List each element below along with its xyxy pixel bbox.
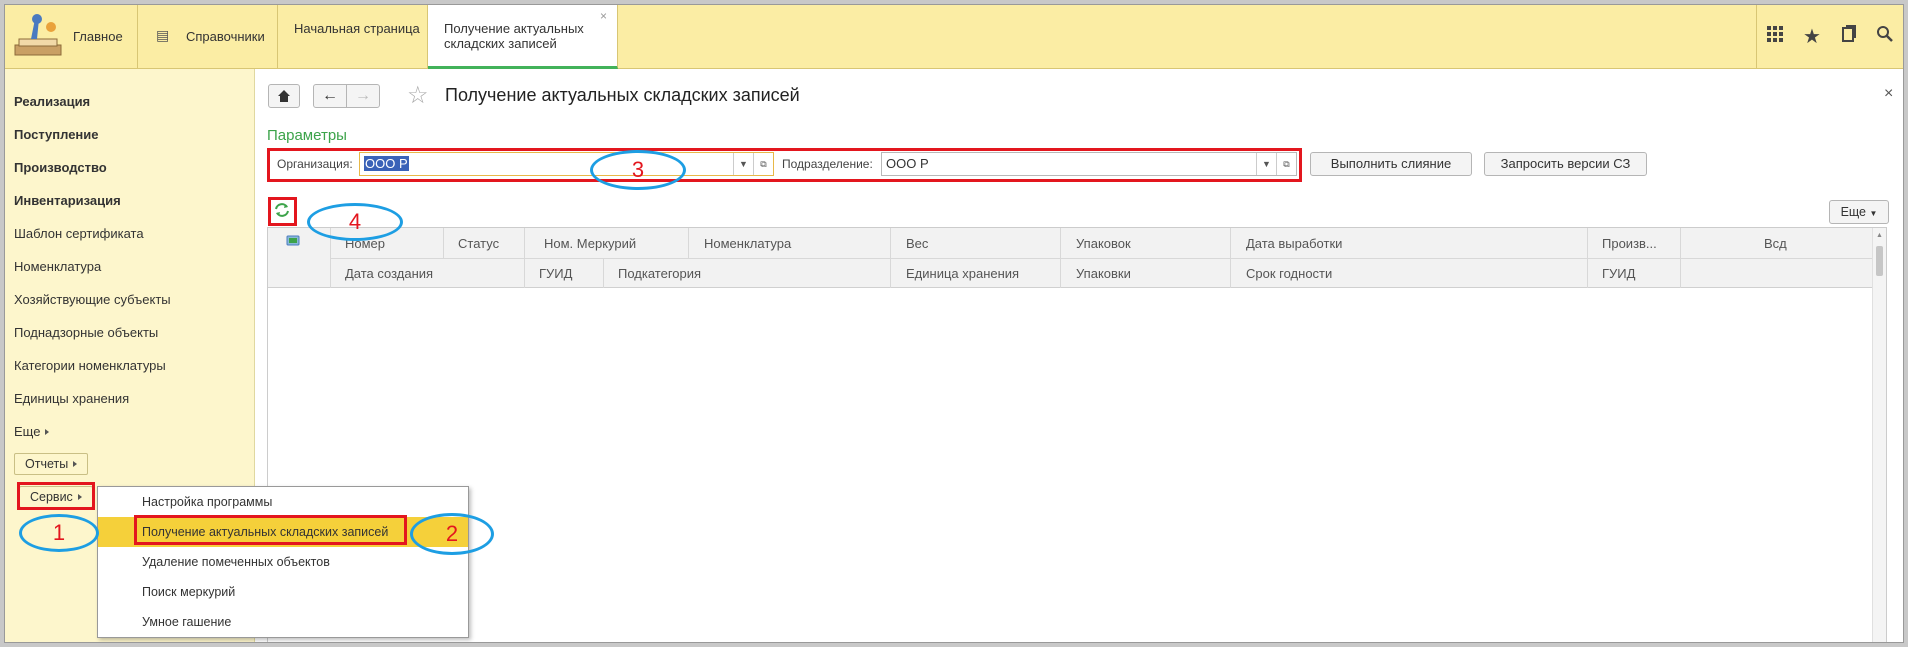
sidebar-item-nomenclature[interactable]: Номенклатура	[14, 259, 101, 274]
table-header: Номер Статус Ном. Меркурий Номенклатура …	[268, 228, 1872, 288]
service-menu-popup: Настройка программы Получение актуальных…	[97, 486, 469, 638]
col-nomenclature[interactable]: Номенклатура	[704, 236, 791, 251]
home-label: Главное	[73, 29, 123, 44]
col-weight[interactable]: Вес	[906, 236, 928, 251]
more-actions-label: Еще	[1840, 205, 1867, 219]
request-versions-button[interactable]: Запросить версии СЗ	[1484, 152, 1647, 176]
forward-button[interactable]: →	[346, 84, 380, 108]
home-button[interactable]	[268, 84, 300, 108]
col-producer-guid[interactable]: ГУИД	[1602, 266, 1635, 281]
annotation-box-2	[134, 515, 407, 545]
tab-active[interactable]: Получение актуальных складских записей ×	[428, 5, 618, 69]
app-logo-icon	[14, 14, 62, 56]
col-packages[interactable]: Упаковки	[1076, 266, 1131, 281]
menu-item-mercury-search[interactable]: Поиск меркурий	[98, 577, 468, 607]
scroll-thumb[interactable]	[1876, 246, 1883, 276]
col-storage-unit[interactable]: Единица хранения	[906, 266, 1019, 281]
icons-divider	[1756, 5, 1757, 69]
sidebar-item-business-entities[interactable]: Хозяйствующие субъекты	[14, 292, 171, 307]
col-guid[interactable]: ГУИД	[539, 266, 572, 281]
column-divider	[688, 228, 689, 258]
col-expiry-date[interactable]: Срок годности	[1246, 266, 1332, 281]
menu-item-delete-marked[interactable]: Удаление помеченных объектов	[98, 547, 468, 577]
sidebar-item-more[interactable]: Еще	[14, 424, 50, 439]
more-actions-button[interactable]: Еще ▼	[1829, 200, 1889, 224]
col-subcategory[interactable]: Подкатегория	[618, 266, 701, 281]
sidebar-item-production[interactable]: Производство	[14, 160, 107, 175]
reports-button-label: Отчеты	[25, 457, 69, 471]
merge-button[interactable]: Выполнить слияние	[1310, 152, 1472, 176]
search-icon[interactable]	[1873, 25, 1897, 49]
column-divider	[603, 258, 604, 288]
col-created-date[interactable]: Дата создания	[345, 266, 433, 281]
column-divider	[1680, 228, 1681, 288]
tab-close-icon[interactable]: ×	[600, 9, 607, 23]
col-production-date[interactable]: Дата выработки	[1246, 236, 1342, 251]
annotation-number-2: 2	[410, 513, 494, 555]
column-divider	[524, 228, 525, 288]
col-status[interactable]: Статус	[458, 236, 499, 251]
annotation-box-4	[268, 197, 297, 226]
row-divider	[330, 258, 1872, 259]
arrow-right-icon	[45, 429, 50, 435]
arrow-right-icon: →	[355, 87, 371, 104]
column-divider	[1587, 228, 1588, 288]
close-form-icon[interactable]: ×	[1884, 85, 1893, 103]
tab-start-label: Начальная страница	[294, 21, 420, 36]
page-title: Получение актуальных складских записей	[445, 85, 800, 105]
sidebar-item-sales[interactable]: Реализация	[14, 94, 90, 109]
app-window: Главное ▤ Справочники Начальная страница…	[4, 4, 1904, 643]
annotation-number-3: 3	[590, 150, 686, 190]
reports-button[interactable]: Отчеты	[14, 453, 89, 475]
sidebar-item-storage-units[interactable]: Единицы хранения	[14, 391, 129, 406]
sidebar-more-label: Еще	[14, 424, 41, 439]
tab-active-label: Получение актуальных складских записей	[444, 21, 584, 51]
parameters-heading: Параметры	[267, 127, 347, 144]
annotation-box-3	[267, 148, 1302, 182]
menu-item-settings[interactable]: Настройка программы	[98, 487, 468, 517]
column-divider	[1230, 228, 1231, 288]
column-divider	[443, 228, 444, 258]
column-divider	[1060, 228, 1061, 288]
list-icon: ▤	[156, 27, 170, 43]
references-label: Справочники	[186, 29, 265, 44]
apps-grid-icon[interactable]	[1763, 25, 1787, 49]
annotation-box-1	[17, 482, 95, 510]
top-bar: Главное ▤ Справочники Начальная страница…	[5, 5, 1903, 69]
table-scrollbar[interactable]: ▲	[1872, 228, 1886, 642]
sidebar-item-nomenclature-categories[interactable]: Категории номенклатуры	[14, 358, 166, 373]
arrow-left-icon: ←	[322, 87, 338, 104]
col-packages-count[interactable]: Упаковок	[1076, 236, 1131, 251]
col-mercury-nom[interactable]: Ном. Меркурий	[544, 236, 636, 251]
table-status-icon	[285, 234, 301, 248]
star-icon[interactable]: ★	[1800, 25, 1824, 49]
scroll-up-icon[interactable]: ▲	[1876, 232, 1883, 239]
back-button[interactable]: ←	[313, 84, 347, 108]
col-vsd[interactable]: Всд	[1764, 236, 1787, 251]
sidebar-item-certificate-template[interactable]: Шаблон сертификата	[14, 226, 144, 241]
sidebar-item-inventory[interactable]: Инвентаризация	[14, 193, 121, 208]
tab-start-page[interactable]: Начальная страница	[278, 5, 428, 69]
column-divider	[890, 228, 891, 288]
sidebar-item-supervised-objects[interactable]: Поднадзорные объекты	[14, 325, 158, 340]
menu-item-smart-redemption[interactable]: Умное гашение	[98, 607, 468, 637]
annotation-number-1: 1	[19, 514, 99, 552]
sidebar-item-receipts[interactable]: Поступление	[14, 127, 99, 142]
annotation-number-4: 4	[307, 203, 403, 241]
home-section[interactable]: Главное	[5, 5, 138, 69]
history-icon[interactable]	[1837, 25, 1861, 49]
arrow-right-icon	[73, 461, 78, 467]
favorite-star-icon[interactable]: ☆	[407, 83, 429, 109]
references-section[interactable]: ▤ Справочники	[138, 5, 278, 69]
chevron-down-icon: ▼	[1869, 209, 1878, 218]
home-icon	[278, 90, 290, 102]
col-producer[interactable]: Произв...	[1602, 236, 1657, 251]
records-table[interactable]: Номер Статус Ном. Меркурий Номенклатура …	[267, 227, 1887, 642]
